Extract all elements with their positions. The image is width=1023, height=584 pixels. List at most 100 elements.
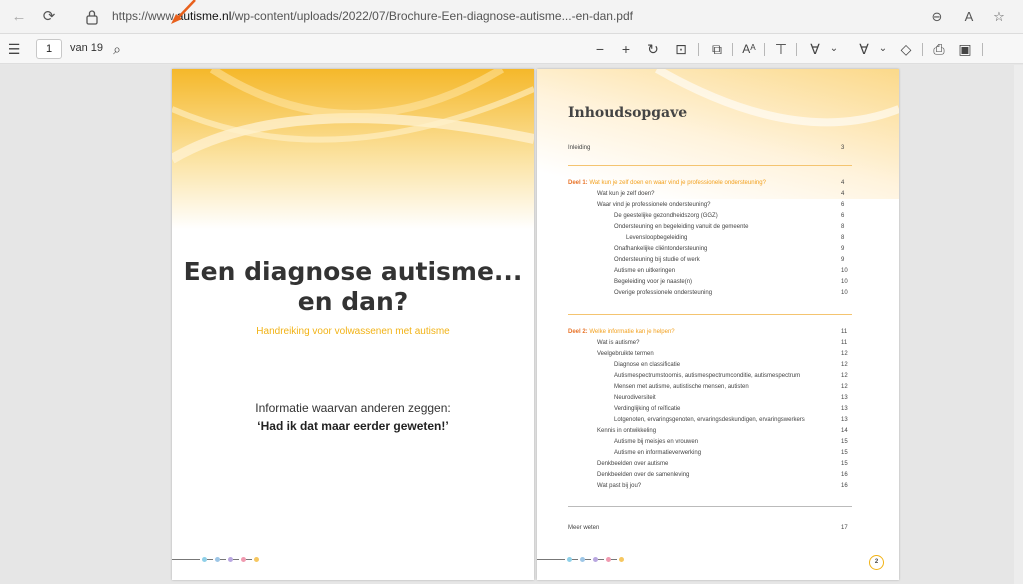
toc-entry[interactable]: Onafhankelijke cliëntondersteuning [614,246,707,252]
favorites-icon[interactable]: ☆ [988,6,1010,28]
url-path: /wp-content/uploads/2022/07/Brochure-Een… [231,9,633,23]
refresh-icon[interactable]: ⟳ [38,6,60,28]
toc-entry-page: 6 [841,202,845,208]
toc-deel-label: Wat kun je zelf doen en waar vind je pro… [589,180,766,186]
toc-entry-page: 12 [841,373,848,379]
cursor-arrow-icon [171,0,196,24]
cover-title-line1: Een diagnose autisme... [183,257,523,286]
rotate-icon[interactable]: ↻ [644,40,662,58]
footer-line [598,559,604,560]
toc-divider [568,506,852,507]
toc-entry[interactable]: Mensen met autisme, autistische mensen, … [614,384,749,390]
cover-title-line2: en dan? [297,287,409,316]
footer-line [233,559,239,560]
toc-entry[interactable]: Denkbeelden over de samenleving [597,472,689,478]
search-icon[interactable]: ⌕ [108,40,126,58]
toc-entry-page: 10 [841,268,848,274]
save-icon[interactable]: ▣ [956,40,974,58]
toolbar-divider [732,43,733,56]
toc-entry[interactable]: Autisme en informatieverwerking [614,450,701,456]
toc-divider [568,165,852,166]
toc-entry-page: 4 [841,180,845,186]
toc-deel-label: Welke informatie kan je helpen? [589,329,675,335]
footer-line [611,559,617,560]
footer-line [246,559,252,560]
url-prefix: https://www. [112,9,177,23]
footer-dot [619,557,624,562]
toc-entry[interactable]: Begeleiding voor je naaste(n) [614,279,692,285]
read-aloud-icon[interactable]: Aᴬ [740,40,758,58]
lock-icon[interactable] [84,8,100,26]
toc-entry[interactable]: Wat past bij jou? [597,483,641,489]
toc-entry[interactable]: Overige professionele ondersteuning [614,290,712,296]
toc-entry-page: 9 [841,246,845,252]
toc-entry[interactable]: Neurodiversiteit [614,395,656,401]
vertical-scrollbar[interactable] [1014,65,1023,584]
toc-entry[interactable]: Inleiding [568,145,590,151]
zoom-in-icon[interactable]: + [617,40,635,58]
toc-title: Inhoudsopgave [568,105,688,121]
erase-icon[interactable]: ◇ [897,40,915,58]
back-arrow-icon[interactable]: ← [8,6,30,28]
toc-entry[interactable]: Ondersteuning bij studie of werk [614,257,700,263]
toc-entry[interactable]: De geestelijke gezondheidszorg (GGZ) [614,213,718,219]
toc-entry-deel2[interactable]: Deel 2: Welke informatie kan je helpen? [568,329,675,335]
toc-entry[interactable]: Wat is autisme? [597,340,639,346]
toc-entry-page: 3 [841,145,845,151]
toc-entry[interactable]: Kennis in ontwikkeling [597,428,656,434]
toc-entry[interactable]: Waar vind je professionele ondersteuning… [597,202,711,208]
toc-entry[interactable]: Denkbeelden over autisme [597,461,668,467]
read-aloud-icon[interactable]: A [958,6,980,28]
chevron-down-icon[interactable]: ⌄ [877,40,889,58]
toc-entry-page: 11 [841,329,848,335]
toc-entry-page: 10 [841,279,848,285]
footer-line [572,559,578,560]
contents-icon[interactable]: ☰ [6,40,22,58]
toc-entry-page: 12 [841,351,848,357]
toc-entry[interactable]: Meer weten [568,525,599,531]
toc-entry-page: 4 [841,191,845,197]
chevron-down-icon[interactable]: ⌄ [828,40,840,58]
draw-icon[interactable]: ∀ [806,40,824,58]
toc-entry[interactable]: Autisme en uitkeringen [614,268,675,274]
toc-entry-page: 8 [841,224,845,230]
toc-entry[interactable]: Verdinglijking of reïficatie [614,406,680,412]
footer-line [537,559,565,560]
toc-entry-page: 13 [841,417,848,423]
toc-entry[interactable]: Diagnose en classificatie [614,362,680,368]
toc-entry-page: 14 [841,428,848,434]
toc-entry[interactable]: Wat kun je zelf doen? [597,191,654,197]
toc-divider [568,314,852,315]
toc-deel-prefix: Deel 1: [568,180,588,186]
toc-entry[interactable]: Levensloopbegeleiding [626,235,687,241]
toc-entry-page: 16 [841,483,848,489]
cover-background-swirl [172,69,534,229]
toc-entry-page: 9 [841,257,845,263]
footer-dot [254,557,259,562]
cover-subtitle: Handreiking voor volwassenen met autisme [256,326,450,337]
toc-entry-page: 16 [841,472,848,478]
page-number-badge: 2 [869,555,884,570]
toc-entry[interactable]: Lotgenoten, ervaringsgenoten, ervaringsd… [614,417,805,423]
toc-entry[interactable]: Autismespectrumstoornis, autismespectrum… [614,373,800,379]
text-icon[interactable]: ⊤ [772,40,790,58]
toc-entry[interactable]: Veelgebruikte termen [597,351,654,357]
print-icon[interactable]: ⎙ [930,40,948,58]
toc-entry-page: 15 [841,461,848,467]
zoom-icon[interactable]: ⊖ [926,6,948,28]
cover-intro-line1: Informatie waarvan anderen zeggen: [255,401,451,415]
browser-address-bar: ← ⟳ https://www.autisme.nl/wp-content/up… [0,0,1023,34]
toc-entry[interactable]: Autisme bij meisjes en vrouwen [614,439,698,445]
fit-page-icon[interactable]: ⊡ [672,40,690,58]
cover-title: Een diagnose autisme... en dan? [172,257,534,317]
toc-entry-page: 8 [841,235,845,241]
page-number-input[interactable]: 1 [36,39,62,59]
cover-intro-line2: ‘Had ik dat maar eerder geweten!’ [257,419,449,433]
highlight-icon[interactable]: ∀ [855,40,873,58]
toc-entry-deel1[interactable]: Deel 1: Wat kun je zelf doen en waar vin… [568,180,766,186]
toc-entry-page: 13 [841,395,848,401]
zoom-out-icon[interactable]: − [591,40,609,58]
toc-entry[interactable]: Ondersteuning en begeleiding vanuit de g… [614,224,748,230]
page-view-icon[interactable]: ⧉ [708,40,726,58]
toc-deel-prefix: Deel 2: [568,329,588,335]
